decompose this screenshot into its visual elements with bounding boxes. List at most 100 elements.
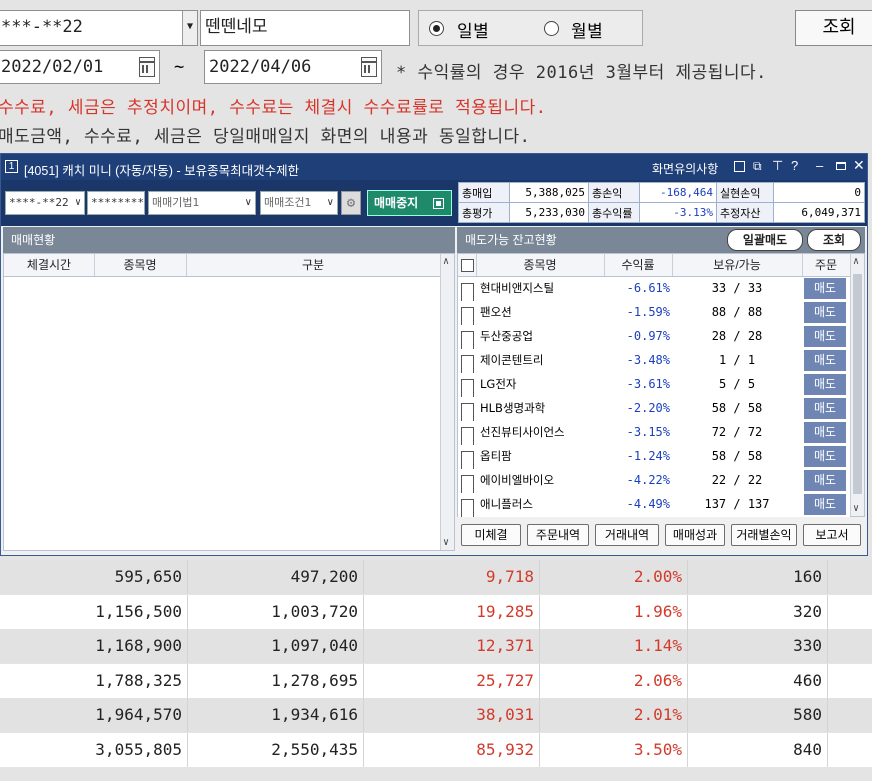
- total-pl-label: 총손익: [588, 182, 640, 203]
- copy-window-icon[interactable]: ⧉: [753, 159, 762, 174]
- holding-row[interactable]: 선진뷰티사이언스 -3.15% 72 / 72 매도: [458, 421, 850, 452]
- profit-rate-cell: 2.06%: [540, 663, 688, 698]
- search-button[interactable]: 조회: [795, 10, 872, 46]
- col-holding-name[interactable]: 종목명: [476, 254, 605, 276]
- holding-row[interactable]: 팬오션 -1.59% 88 / 88 매도: [458, 301, 850, 332]
- holdings-scrollbar[interactable]: ∧ ∨: [850, 254, 864, 516]
- holding-row[interactable]: HLB생명과학 -2.20% 58 / 58 매도: [458, 397, 850, 428]
- holding-quantity: 22 / 22: [711, 473, 763, 487]
- radio-monthly-icon[interactable]: [544, 21, 559, 36]
- sell-button[interactable]: 매도: [804, 350, 846, 371]
- sell-button[interactable]: 매도: [804, 374, 846, 395]
- holding-quantity: 137 / 137: [704, 497, 770, 511]
- radio-daily-icon[interactable]: [429, 21, 444, 36]
- select-all-checkbox[interactable]: [461, 259, 474, 272]
- fee-cell: 320: [688, 594, 828, 629]
- sell-button[interactable]: 매도: [804, 422, 846, 443]
- holding-row[interactable]: 제이콘텐트리 -3.48% 1 / 1 매도: [458, 349, 850, 380]
- row-checkbox[interactable]: [461, 499, 474, 517]
- holding-return-rate: -4.22%: [626, 473, 670, 487]
- settings-gear-icon[interactable]: ⚙: [341, 191, 361, 215]
- unfilled-button[interactable]: 미체결: [461, 524, 521, 546]
- trade-history-button[interactable]: 거래내역: [595, 524, 659, 546]
- col-type[interactable]: 구분: [186, 254, 440, 276]
- maximize-icon[interactable]: [836, 162, 846, 170]
- sell-button[interactable]: 매도: [804, 470, 846, 491]
- col-return-rate[interactable]: 수익률: [604, 254, 673, 276]
- daily-row: 1,964,570 1,934,616 38,031 2.01% 580: [0, 698, 872, 732]
- layout-icon[interactable]: [734, 161, 745, 172]
- stop-trading-button[interactable]: 매매중지: [367, 190, 452, 216]
- estimated-asset-value: 6,049,371: [773, 202, 865, 223]
- trade-status-grid: 체결시간 종목명 구분 ∧ ∨: [3, 253, 455, 551]
- title-bar[interactable]: 1 [4051] 캐치 미니 (자동/자동) - 보유종목최대갯수제한 화면유의…: [1, 154, 867, 180]
- password-field[interactable]: ********: [87, 191, 145, 215]
- screen-notice-link[interactable]: 화면유의사항: [652, 160, 718, 177]
- report-button[interactable]: 보고서: [803, 524, 861, 546]
- col-holding-qty[interactable]: 보유/가능: [672, 254, 803, 276]
- holding-row[interactable]: 옵티팜 -1.24% 58 / 58 매도: [458, 445, 850, 476]
- trade-status-scrollbar[interactable]: ∧ ∨: [440, 254, 454, 550]
- trade-performance-button[interactable]: 매매성과: [665, 524, 725, 546]
- date-to-field[interactable]: 2022/04/06: [204, 50, 382, 84]
- total-buy-label: 총매입: [458, 182, 510, 203]
- date-from-field[interactable]: 2022/02/01: [0, 50, 160, 84]
- close-icon[interactable]: ✕: [853, 157, 865, 174]
- scroll-thumb[interactable]: [853, 274, 862, 494]
- popup-account-select[interactable]: ****-**22 ∨: [5, 191, 85, 215]
- sell-amount-cell: 1,156,500: [0, 594, 188, 629]
- holding-name: 애니플러스: [480, 497, 533, 511]
- holding-row[interactable]: LG전자 -3.61% 5 / 5 매도: [458, 373, 850, 404]
- sell-button[interactable]: 매도: [804, 398, 846, 419]
- col-exec-time[interactable]: 체결시간: [4, 254, 95, 276]
- calendar-icon[interactable]: [361, 57, 377, 77]
- scroll-up-icon[interactable]: ∧: [443, 256, 449, 267]
- pl-by-trade-button[interactable]: 거래별손익: [731, 524, 797, 546]
- holding-name: 팬오션: [480, 305, 512, 319]
- sell-button[interactable]: 매도: [804, 326, 846, 347]
- holding-quantity: 88 / 88: [711, 305, 763, 319]
- chevron-down-icon: ∨: [244, 197, 252, 208]
- sell-button[interactable]: 매도: [804, 302, 846, 323]
- pin-icon[interactable]: ⊤: [772, 158, 783, 174]
- holding-return-rate: -0.97%: [626, 329, 670, 343]
- radio-daily-label[interactable]: 일별: [457, 17, 489, 42]
- scroll-down-icon[interactable]: ∨: [853, 503, 859, 514]
- sell-button[interactable]: 매도: [804, 446, 846, 467]
- extra-cell: [828, 560, 872, 594]
- col-stock-name[interactable]: 종목명: [94, 254, 187, 276]
- account-value: ***-**22: [1, 17, 83, 37]
- account-name: 뗀뗀네모: [205, 17, 268, 37]
- holding-row[interactable]: 에이비엘바이오 -4.22% 22 / 22 매도: [458, 469, 850, 500]
- profit-rate-cell: 1.96%: [540, 594, 688, 629]
- sell-button[interactable]: 매도: [804, 494, 846, 515]
- account-select[interactable]: ***-**22 ▼: [0, 10, 198, 46]
- sell-amount-note: 매도금액, 수수료, 세금은 당일매매일지 화면의 내용과 동일합니다.: [0, 127, 531, 147]
- summary-table: 총매입 5,388,025 총손익 -168,464 실현손익 0 총평가 5,…: [458, 182, 865, 223]
- chevron-down-icon[interactable]: ▼: [182, 11, 197, 45]
- scroll-down-icon[interactable]: ∨: [443, 537, 449, 548]
- holding-row[interactable]: 현대비앤지스틸 -6.61% 33 / 33 매도: [458, 277, 850, 308]
- trade-condition-select[interactable]: 매매조건1 ∨: [260, 191, 338, 215]
- order-history-button[interactable]: 주문내역: [527, 524, 589, 546]
- sell-button[interactable]: 매도: [804, 278, 846, 299]
- period-radio-group: 일별 월별: [418, 10, 643, 46]
- holding-quantity: 58 / 58: [711, 449, 763, 463]
- trade-method-select[interactable]: 매매기법1 ∨: [148, 191, 256, 215]
- sell-all-button[interactable]: 일괄매도: [727, 229, 803, 251]
- holding-row[interactable]: 애니플러스 -4.49% 137 / 137 매도: [458, 493, 850, 517]
- buy-amount-cell: 1,097,040: [188, 629, 364, 663]
- profit-rate-cell: 2.01%: [540, 698, 688, 732]
- fee-cell: 840: [688, 732, 828, 767]
- calendar-icon[interactable]: [139, 57, 155, 77]
- col-order[interactable]: 주문: [802, 254, 850, 276]
- select-all-cell: [458, 254, 477, 276]
- help-icon[interactable]: ?: [791, 158, 798, 173]
- minimize-icon[interactable]: –: [816, 158, 823, 173]
- radio-monthly-label[interactable]: 월별: [571, 17, 603, 42]
- holding-row[interactable]: 두산중공업 -0.97% 28 / 28 매도: [458, 325, 850, 356]
- holding-return-rate: -1.24%: [626, 449, 670, 463]
- balance-refresh-button[interactable]: 조회: [807, 229, 861, 251]
- scroll-up-icon[interactable]: ∧: [853, 256, 859, 267]
- extra-cell: [828, 733, 872, 767]
